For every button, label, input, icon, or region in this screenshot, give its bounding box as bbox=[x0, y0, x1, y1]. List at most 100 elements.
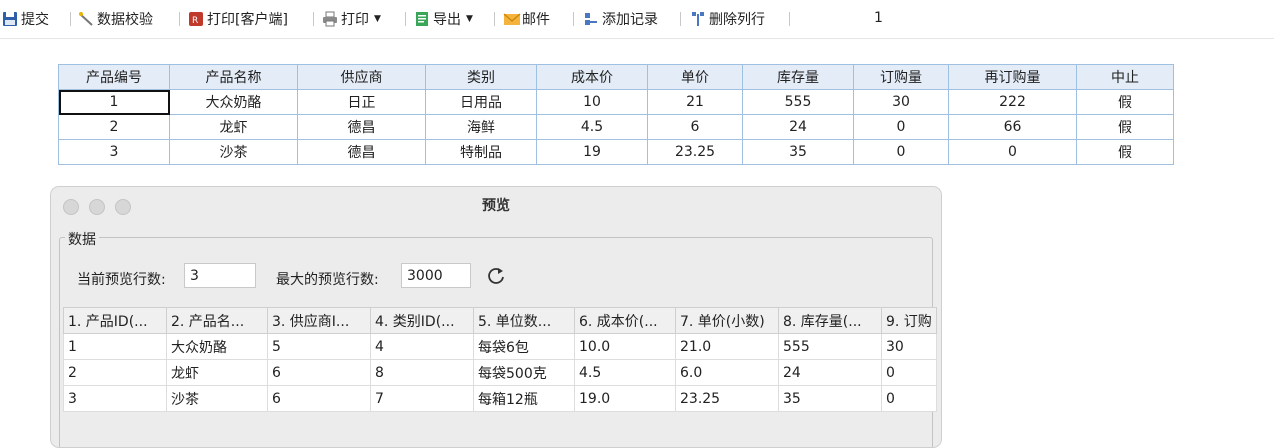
preview-cell[interactable]: 每袋500克 bbox=[473, 359, 575, 386]
grid-cell[interactable]: 30 bbox=[853, 89, 949, 115]
column-header[interactable]: 类别 bbox=[425, 64, 537, 90]
delete-row-label: 删除列行 bbox=[709, 12, 765, 28]
preview-cell[interactable]: 5 bbox=[267, 333, 371, 360]
delete-row-icon bbox=[690, 11, 706, 27]
column-header[interactable]: 再订购量 bbox=[948, 64, 1077, 90]
product-grid: 产品编号 产品名称 供应商 类别 成本价 单价 库存量 订购量 再订购量 中止 … bbox=[58, 64, 1174, 165]
print-client-button[interactable]: R 打印[客户端] bbox=[188, 9, 288, 29]
preview-cell[interactable]: 大众奶酪 bbox=[166, 333, 268, 360]
grid-cell[interactable]: 0 bbox=[853, 139, 949, 165]
validate-button[interactable]: 数据校验 bbox=[78, 9, 153, 29]
grid-cell[interactable]: 1 bbox=[58, 89, 170, 115]
grid-cell[interactable]: 大众奶酪 bbox=[169, 89, 298, 115]
preview-cell[interactable]: 35 bbox=[778, 385, 882, 412]
grid-cell[interactable]: 龙虾 bbox=[169, 114, 298, 140]
preview-cell[interactable]: 0 bbox=[881, 385, 937, 412]
preview-column-header[interactable]: 2. 产品名... bbox=[166, 307, 268, 334]
column-header[interactable]: 订购量 bbox=[853, 64, 949, 90]
max-rows-label: 最大的预览行数: bbox=[276, 272, 379, 288]
grid-cell[interactable]: 35 bbox=[742, 139, 854, 165]
chevron-down-icon: ▼ bbox=[374, 14, 381, 24]
mail-label: 邮件 bbox=[522, 12, 550, 28]
preview-cell[interactable]: 4.5 bbox=[574, 359, 676, 386]
grid-cell[interactable]: 0 bbox=[853, 114, 949, 140]
preview-cell[interactable]: 龙虾 bbox=[166, 359, 268, 386]
preview-cell[interactable]: 每箱12瓶 bbox=[473, 385, 575, 412]
grid-cell[interactable]: 假 bbox=[1076, 139, 1174, 165]
preview-cell[interactable]: 7 bbox=[370, 385, 474, 412]
grid-cell[interactable]: 21 bbox=[647, 89, 743, 115]
preview-cell[interactable]: 6 bbox=[267, 385, 371, 412]
add-record-button[interactable]: 添加记录 bbox=[583, 9, 658, 29]
column-header[interactable]: 产品名称 bbox=[169, 64, 298, 90]
preview-column-header[interactable]: 3. 供应商I... bbox=[267, 307, 371, 334]
preview-cell[interactable]: 每袋6包 bbox=[473, 333, 575, 360]
preview-column-header[interactable]: 8. 库存量(... bbox=[778, 307, 882, 334]
current-rows-label: 当前预览行数: bbox=[77, 272, 166, 288]
preview-cell[interactable]: 1 bbox=[63, 333, 167, 360]
grid-cell[interactable]: 222 bbox=[948, 89, 1077, 115]
grid-cell[interactable]: 海鲜 bbox=[425, 114, 537, 140]
column-header[interactable]: 单价 bbox=[647, 64, 743, 90]
toolbar-divider bbox=[313, 12, 314, 26]
grid-cell[interactable]: 日用品 bbox=[425, 89, 537, 115]
current-rows-input[interactable]: 3 bbox=[184, 263, 256, 288]
preview-cell[interactable]: 23.25 bbox=[675, 385, 779, 412]
preview-cell[interactable]: 24 bbox=[778, 359, 882, 386]
preview-cell[interactable]: 6 bbox=[267, 359, 371, 386]
preview-column-header[interactable]: 7. 单价(小数) bbox=[675, 307, 779, 334]
grid-cell[interactable]: 0 bbox=[948, 139, 1077, 165]
print-button[interactable]: 打印 ▼ bbox=[322, 9, 381, 29]
grid-cell[interactable]: 24 bbox=[742, 114, 854, 140]
grid-cell[interactable]: 23.25 bbox=[647, 139, 743, 165]
preview-cell[interactable]: 19.0 bbox=[574, 385, 676, 412]
grid-cell[interactable]: 6 bbox=[647, 114, 743, 140]
grid-cell[interactable]: 特制品 bbox=[425, 139, 537, 165]
max-rows-input[interactable]: 3000 bbox=[401, 263, 471, 288]
export-button[interactable]: 导出 ▼ bbox=[414, 9, 473, 29]
preview-cell[interactable]: 6.0 bbox=[675, 359, 779, 386]
preview-column-header[interactable]: 6. 成本价(... bbox=[574, 307, 676, 334]
column-header[interactable]: 供应商 bbox=[297, 64, 426, 90]
preview-cell[interactable]: 沙茶 bbox=[166, 385, 268, 412]
preview-cell[interactable]: 10.0 bbox=[574, 333, 676, 360]
mail-button[interactable]: 邮件 bbox=[503, 9, 550, 29]
grid-cell[interactable]: 10 bbox=[536, 89, 648, 115]
grid-cell[interactable]: 66 bbox=[948, 114, 1077, 140]
preview-column-header[interactable]: 5. 单位数... bbox=[473, 307, 575, 334]
preview-cell[interactable]: 21.0 bbox=[675, 333, 779, 360]
preview-window: 预览 数据 当前预览行数: 3 最大的预览行数: 3000 1. 产品ID(..… bbox=[50, 186, 942, 448]
preview-cell[interactable]: 8 bbox=[370, 359, 474, 386]
column-header[interactable]: 成本价 bbox=[536, 64, 648, 90]
export-icon bbox=[414, 11, 430, 27]
grid-cell[interactable]: 3 bbox=[58, 139, 170, 165]
submit-button[interactable]: 提交 bbox=[2, 9, 49, 29]
report-print-icon: R bbox=[188, 11, 204, 27]
preview-cell[interactable]: 2 bbox=[63, 359, 167, 386]
grid-cell[interactable]: 德昌 bbox=[297, 139, 426, 165]
preview-cell[interactable]: 4 bbox=[370, 333, 474, 360]
grid-cell[interactable]: 日正 bbox=[297, 89, 426, 115]
column-header[interactable]: 中止 bbox=[1076, 64, 1174, 90]
grid-cell[interactable]: 沙茶 bbox=[169, 139, 298, 165]
grid-cell[interactable]: 德昌 bbox=[297, 114, 426, 140]
grid-cell[interactable]: 555 bbox=[742, 89, 854, 115]
grid-cell[interactable]: 假 bbox=[1076, 89, 1174, 115]
grid-cell[interactable]: 2 bbox=[58, 114, 170, 140]
delete-row-button[interactable]: 删除列行 bbox=[690, 9, 765, 29]
grid-cell[interactable]: 19 bbox=[536, 139, 648, 165]
preview-cell[interactable]: 30 bbox=[881, 333, 937, 360]
preview-cell[interactable]: 555 bbox=[778, 333, 882, 360]
grid-cell[interactable]: 假 bbox=[1076, 114, 1174, 140]
preview-cell[interactable]: 3 bbox=[63, 385, 167, 412]
column-header[interactable]: 产品编号 bbox=[58, 64, 170, 90]
preview-column-header[interactable]: 9. 订购 bbox=[881, 307, 937, 334]
window-title: 预览 bbox=[482, 198, 510, 214]
preview-cell[interactable]: 0 bbox=[881, 359, 937, 386]
column-header[interactable]: 库存量 bbox=[742, 64, 854, 90]
preview-column-header[interactable]: 1. 产品ID(... bbox=[63, 307, 167, 334]
preview-column-header[interactable]: 4. 类别ID(... bbox=[370, 307, 474, 334]
validate-label: 数据校验 bbox=[97, 12, 153, 28]
grid-cell[interactable]: 4.5 bbox=[536, 114, 648, 140]
refresh-icon[interactable] bbox=[485, 265, 507, 287]
